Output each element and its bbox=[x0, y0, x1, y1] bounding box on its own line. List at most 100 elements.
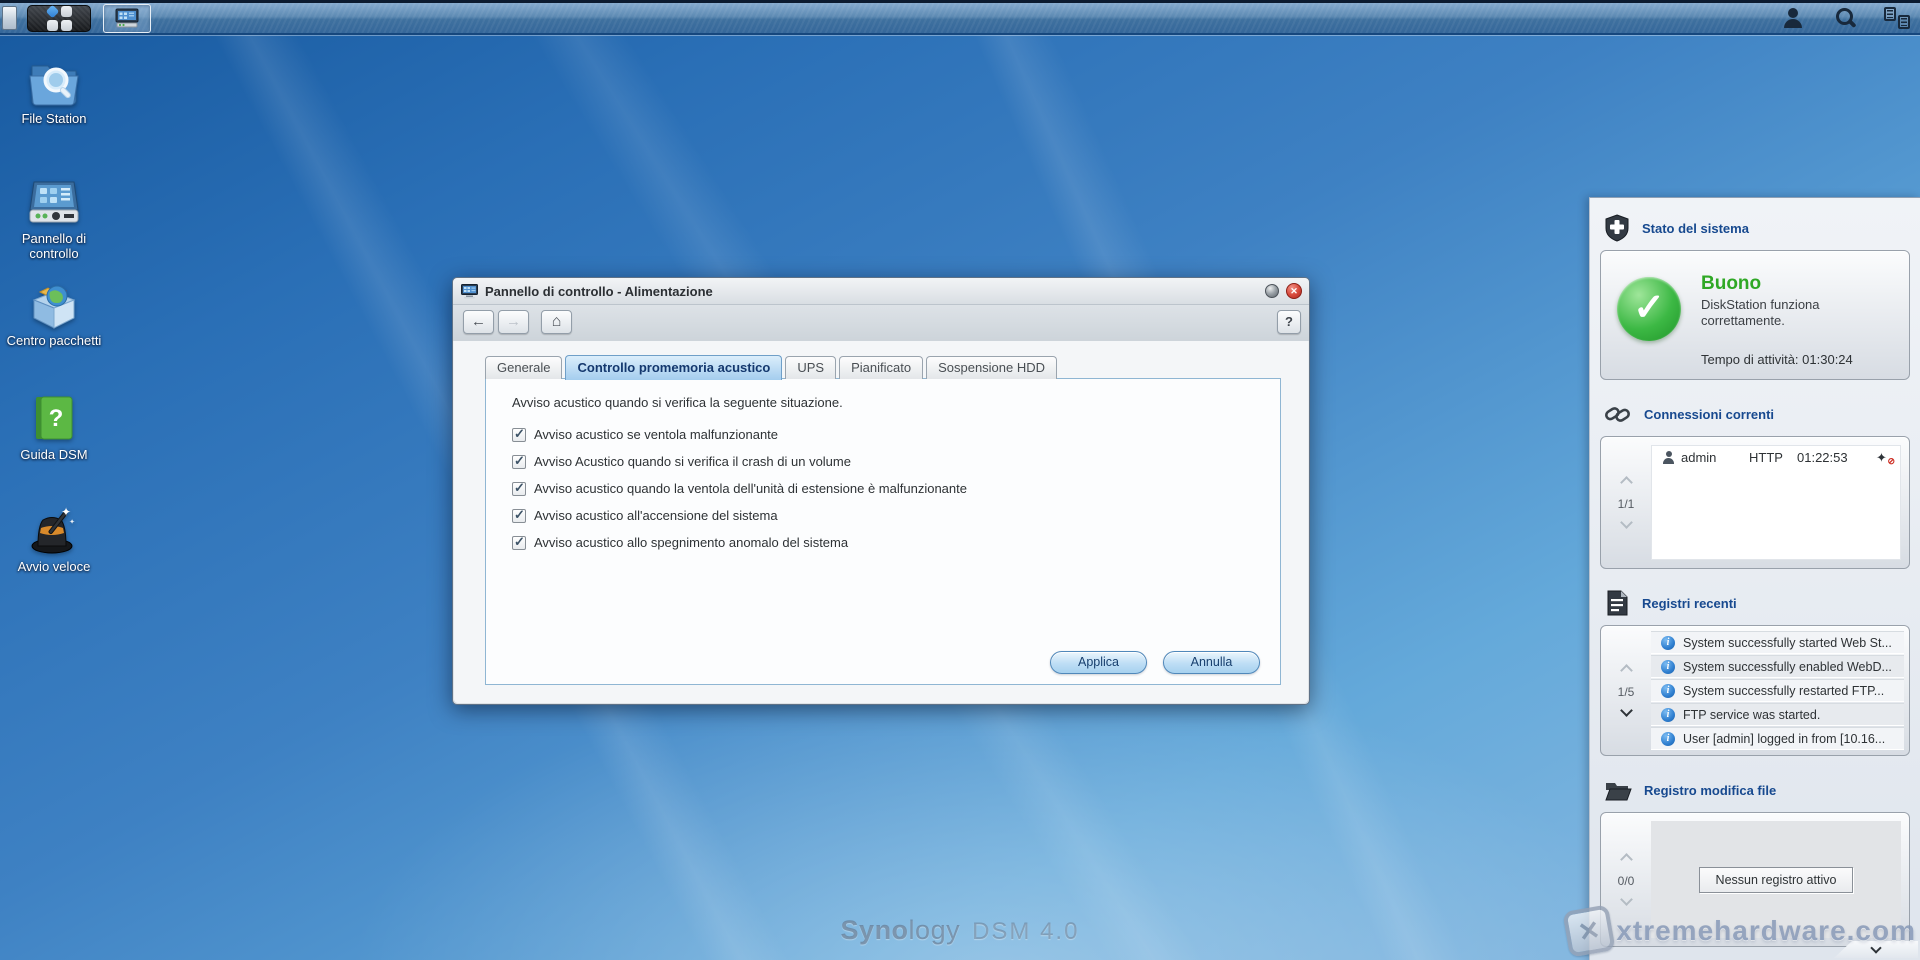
search-button[interactable] bbox=[1832, 5, 1858, 31]
synology-dsm-logo: SynologyDSM 4.0 bbox=[841, 915, 1080, 946]
log-text: System successfully restarted FTP... bbox=[1683, 684, 1884, 698]
shield-icon bbox=[1604, 214, 1630, 242]
file-station-icon bbox=[26, 56, 82, 108]
taskbar-item-control-panel[interactable] bbox=[103, 4, 151, 33]
checkbox-row: Avviso acustico all'accensione del siste… bbox=[512, 508, 778, 523]
watermark-x-icon: ✕ bbox=[1563, 904, 1616, 957]
desktop-icon-label: File Station bbox=[4, 112, 104, 127]
checkbox-abnormal-shutdown[interactable] bbox=[512, 536, 526, 550]
show-desktop-button[interactable] bbox=[2, 6, 17, 30]
log-row: i System successfully enabled WebD... bbox=[1651, 655, 1904, 678]
info-icon: i bbox=[1661, 732, 1675, 746]
dsm-version: DSM 4.0 bbox=[972, 918, 1079, 945]
svg-text:✦: ✦ bbox=[69, 518, 75, 526]
page-down-icon[interactable] bbox=[1620, 704, 1633, 717]
nav-home-button[interactable]: ⌂ bbox=[541, 310, 572, 334]
pilot-view-button[interactable] bbox=[1884, 5, 1910, 31]
log-text: User [admin] logged in from [10.16... bbox=[1683, 732, 1885, 746]
tab-ups[interactable]: UPS bbox=[785, 356, 836, 379]
taskbar bbox=[0, 0, 1920, 33]
disconnect-icon[interactable] bbox=[1876, 451, 1894, 465]
page-up-icon[interactable] bbox=[1620, 853, 1633, 866]
checkbox-label: Avviso acustico se ventola malfunzionant… bbox=[534, 427, 778, 442]
desktop-icon-dsm-help[interactable]: ? Guida DSM bbox=[4, 392, 104, 463]
log-row: i FTP service was started. bbox=[1651, 703, 1904, 726]
watermark: ✕ xtremehardware.com bbox=[1566, 908, 1916, 954]
package-center-icon bbox=[26, 278, 82, 330]
window-body: Generale Controllo promemoria acustico U… bbox=[454, 341, 1308, 703]
connection-user: admin bbox=[1681, 450, 1743, 465]
quick-start-icon: ✦ ✦ bbox=[26, 504, 82, 556]
apply-button[interactable]: Applica bbox=[1050, 651, 1147, 674]
system-status-panel: ✓ Buono DiskStation funziona correttamen… bbox=[1600, 250, 1910, 380]
window-titlebar[interactable]: Pannello di controllo - Alimentazione ✕ bbox=[453, 278, 1309, 305]
desktop-icon-label: Centro pacchetti bbox=[4, 334, 104, 349]
checkbox-volume-crash[interactable] bbox=[512, 455, 526, 469]
tab-sospensione-hdd[interactable]: Sospensione HDD bbox=[926, 356, 1057, 379]
pager-text: 1/5 bbox=[1618, 685, 1635, 699]
page-down-icon[interactable] bbox=[1620, 516, 1633, 529]
connections-pager: 1/1 bbox=[1601, 437, 1651, 568]
desktop-icon-quick-start[interactable]: ✦ ✦ Avvio veloce bbox=[4, 504, 104, 575]
close-button[interactable]: ✕ bbox=[1286, 283, 1302, 299]
tab-controllo-promemoria-acustico[interactable]: Controllo promemoria acustico bbox=[565, 355, 782, 380]
page-up-icon[interactable] bbox=[1620, 476, 1633, 489]
section-title: Stato del sistema bbox=[1642, 221, 1749, 236]
folder-icon bbox=[1604, 778, 1632, 802]
watermark-text: xtremehardware.com bbox=[1616, 915, 1916, 947]
tab-content-panel: Avviso acustico quando si verifica la se… bbox=[485, 378, 1281, 685]
checkbox-label: Avviso Acustico quando si verifica il cr… bbox=[534, 454, 851, 469]
page-down-icon[interactable] bbox=[1620, 893, 1633, 906]
log-document-icon bbox=[1604, 589, 1630, 617]
status-value: Buono bbox=[1701, 273, 1761, 295]
svg-text:✦: ✦ bbox=[61, 505, 71, 519]
log-text: FTP service was started. bbox=[1683, 708, 1820, 722]
status-ok-icon: ✓ bbox=[1617, 277, 1681, 341]
connection-protocol: HTTP bbox=[1749, 450, 1791, 465]
connections-panel: 1/1 admin HTTP 01:22:53 bbox=[1600, 436, 1910, 569]
menu-diamond-icon bbox=[45, 4, 59, 18]
help-button[interactable]: ? bbox=[1277, 310, 1301, 334]
checkbox-fan-malfunction[interactable] bbox=[512, 428, 526, 442]
minimize-button[interactable] bbox=[1265, 284, 1279, 298]
desktop-icon-label: Guida DSM bbox=[4, 448, 104, 463]
nav-back-button[interactable]: ← bbox=[463, 310, 494, 334]
status-uptime: Tempo di attività: 01:30:24 bbox=[1701, 352, 1853, 367]
nav-forward-button[interactable]: → bbox=[498, 310, 529, 334]
tab-bar: Generale Controllo promemoria acustico U… bbox=[485, 355, 1057, 379]
user-icon bbox=[1662, 451, 1675, 464]
checkbox-expansion-fan[interactable] bbox=[512, 482, 526, 496]
info-icon: i bbox=[1661, 636, 1675, 650]
cancel-button[interactable]: Annulla bbox=[1163, 651, 1260, 674]
desktop-icon-label: Avvio veloce bbox=[4, 560, 104, 575]
user-menu-button[interactable] bbox=[1780, 5, 1806, 31]
section-title: Registri recenti bbox=[1642, 596, 1737, 611]
checkbox-label: Avviso acustico quando la ventola dell'u… bbox=[534, 481, 967, 496]
user-icon bbox=[1783, 8, 1803, 28]
logo-text-bold: Syno bbox=[841, 915, 909, 945]
control-panel-icon bbox=[115, 8, 139, 28]
intro-text: Avviso acustico quando si verifica la se… bbox=[512, 395, 843, 410]
checkbox-power-on[interactable] bbox=[512, 509, 526, 523]
log-row: i User [admin] logged in from [10.16... bbox=[1651, 727, 1904, 750]
desktop-icon-control-panel[interactable]: Pannello di controllo bbox=[4, 176, 104, 262]
menu-square-icon bbox=[47, 20, 58, 31]
menu-square-icon bbox=[61, 6, 72, 17]
window-title-icon bbox=[461, 284, 478, 299]
window-title: Pannello di controllo - Alimentazione bbox=[485, 284, 713, 299]
page-up-icon[interactable] bbox=[1620, 664, 1633, 677]
tab-pianificato[interactable]: Pianificato bbox=[839, 356, 923, 379]
pilot-view-icon bbox=[1884, 7, 1910, 29]
tab-generale[interactable]: Generale bbox=[485, 356, 562, 379]
desktop-icon-package-center[interactable]: Centro pacchetti bbox=[4, 278, 104, 349]
info-icon: i bbox=[1661, 708, 1675, 722]
info-icon: i bbox=[1661, 684, 1675, 698]
search-icon bbox=[1834, 7, 1856, 29]
desktop-icon-file-station[interactable]: File Station bbox=[4, 56, 104, 127]
log-text: System successfully enabled WebD... bbox=[1683, 660, 1892, 674]
link-icon bbox=[1604, 402, 1632, 426]
main-menu-button[interactable] bbox=[27, 5, 91, 32]
connection-row: admin HTTP 01:22:53 bbox=[1652, 446, 1900, 469]
section-title: Connessioni correnti bbox=[1644, 407, 1774, 422]
file-change-log-header: Registro modifica file bbox=[1590, 774, 1920, 806]
